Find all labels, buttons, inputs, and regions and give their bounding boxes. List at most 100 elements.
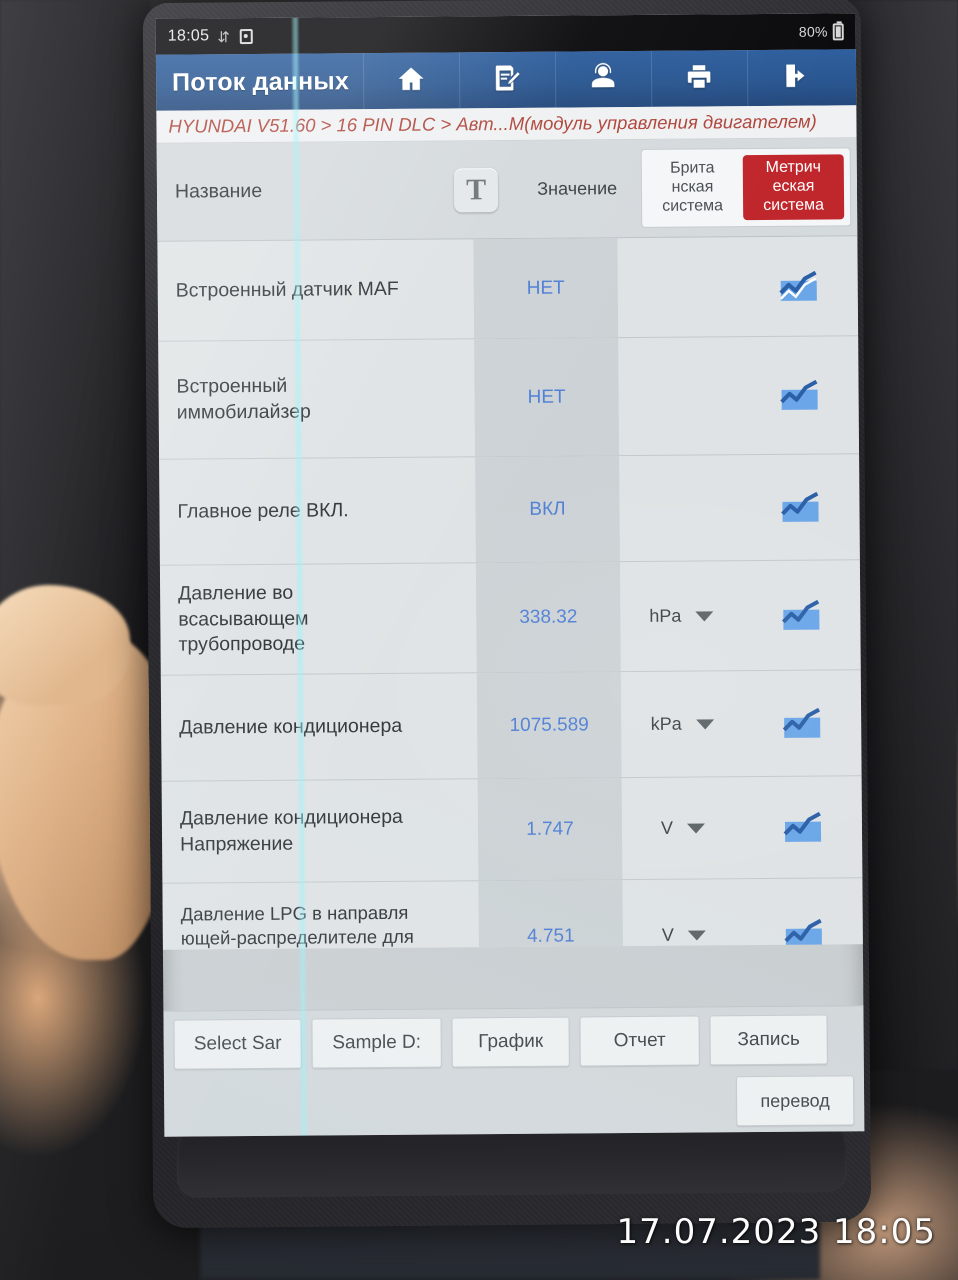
row-value-cell: 1.747 [477, 778, 623, 881]
row-value-label: НЕТ [526, 277, 565, 299]
row-value-cell: НЕТ [474, 338, 620, 457]
translate-button[interactable]: перевод [735, 1075, 855, 1127]
table-row[interactable]: Давление кондиционера Напряжение 1.747 V [161, 776, 863, 884]
row-value-label: НЕТ [527, 386, 566, 408]
row-chart-button[interactable] [743, 670, 862, 776]
report-button[interactable]: Отчет [579, 1015, 700, 1067]
row-value-label: 4.751 [526, 925, 575, 947]
row-name-label: Давление во всасывающем трубопроводе [178, 580, 309, 658]
row-name-label: Давление кондиционера [179, 714, 403, 739]
table-row[interactable]: Давление во всасывающем трубопроводе 338… [159, 560, 861, 676]
row-unit-label: hPa [649, 605, 682, 626]
row-name-cell: Встроенный иммобилайзер [158, 339, 475, 458]
hand-finger [0, 585, 130, 705]
row-name-line1: Встроенный [176, 374, 288, 398]
graph-button[interactable]: График [451, 1016, 570, 1068]
row-chart-button[interactable] [740, 336, 859, 454]
row-name-line1: Давление LPG в направля [180, 901, 409, 925]
status-bar-clock: 18:05 [167, 27, 210, 45]
imperial-label-line3: система [662, 197, 724, 215]
table-row[interactable]: Давление кондиционера 1075.589 kPa [160, 670, 862, 782]
android-status-bar: 18:05 80% [155, 13, 856, 55]
row-unit-cell [617, 237, 740, 337]
table-row[interactable]: Встроенный датчик MAF НЕТ [157, 236, 859, 342]
edit-note-button[interactable] [458, 51, 556, 109]
row-name-label: Встроенный иммобилайзер [176, 373, 311, 426]
camera-date-stamp: 17.07.2023 18:05 [616, 1212, 936, 1252]
row-value-cell: 1075.589 [476, 672, 622, 779]
row-unit-cell[interactable]: V [622, 879, 745, 950]
chevron-down-icon[interactable] [695, 718, 714, 730]
chart-icon [780, 379, 818, 410]
chart-icon [781, 599, 820, 630]
background-pillar-left [0, 0, 150, 660]
metric-label-line3: система [763, 196, 825, 214]
text-mode-button[interactable]: T [439, 141, 514, 239]
table-row[interactable]: Главное реле ВКЛ. ВКЛ [159, 454, 860, 566]
row-name-line2: иммобилайзер [176, 400, 311, 424]
page-title: Поток данных [172, 66, 350, 97]
exit-button[interactable] [746, 49, 844, 107]
datastream-table: Название T Значение Брита нская система [156, 138, 863, 950]
record-button[interactable]: Запись [709, 1014, 828, 1066]
print-button[interactable] [650, 50, 748, 107]
row-value-cell: НЕТ [473, 238, 619, 339]
row-name-cell: Главное реле ВКЛ. [159, 457, 476, 564]
row-unit-label: V [660, 817, 674, 838]
breadcrumb[interactable]: HYUNDAI V51.60 > 16 PIN DLC > Авт...М(мо… [156, 105, 857, 144]
imperial-system-option[interactable]: Брита нская система [642, 149, 744, 226]
home-icon [396, 63, 426, 98]
chart-icon [779, 270, 817, 301]
row-name-line1: Давление во [178, 581, 294, 605]
home-button[interactable] [362, 52, 460, 110]
row-name-line2: Напряжение [180, 832, 294, 856]
row-chart-button[interactable] [744, 878, 863, 949]
table-header-row: Название T Значение Брита нская система [156, 138, 858, 242]
row-unit-cell[interactable]: hPa [620, 561, 743, 671]
device-screen: 18:05 80% Поток данных [155, 13, 865, 1137]
row-value-cell: 338.32 [475, 562, 621, 673]
edit-note-icon [492, 62, 522, 97]
support-button[interactable] [554, 50, 652, 108]
chevron-down-icon[interactable] [695, 610, 714, 622]
row-name-label: Давление LPG в направля ющей-распределит… [181, 901, 415, 950]
row-name-line2: всасывающем [178, 607, 309, 631]
row-name-label: Давление кондиционера Напряжение [180, 805, 403, 858]
row-unit-cell[interactable]: V [622, 777, 745, 879]
row-value-label: ВКЛ [529, 498, 566, 520]
row-name-label: Встроенный датчик MAF [175, 277, 399, 302]
row-name-cell: Давление кондиционера [161, 673, 478, 780]
sd-card-icon [239, 28, 253, 44]
row-unit-label: V [661, 924, 674, 945]
text-icon: T [454, 167, 499, 212]
row-unit-cell[interactable]: kPa [621, 671, 744, 777]
exit-icon [780, 60, 810, 95]
units-toggle[interactable]: Брита нская система Метрич еская система [640, 147, 852, 228]
row-name-cell: Давление кондиционера Напряжение [162, 779, 479, 882]
table-row[interactable]: Давление LPG в направля ющей-распределит… [162, 878, 863, 950]
row-name-line3: трубопроводе [178, 632, 306, 656]
sample-data-button[interactable]: Sample D: [311, 1017, 442, 1069]
row-value-label: 1075.589 [509, 713, 589, 736]
row-name-label: Главное реле ВКЛ. [177, 498, 349, 523]
select-sample-button[interactable]: Select Sar [173, 1018, 302, 1070]
row-chart-button[interactable] [742, 560, 861, 670]
metric-label-line1: Метрич [765, 158, 822, 177]
app-toolbar: Поток данных [155, 49, 857, 111]
row-chart-button[interactable] [741, 454, 860, 560]
column-header-value: Значение [513, 139, 642, 238]
column-header-name-label: Название [174, 179, 263, 203]
chevron-down-icon[interactable] [687, 929, 706, 941]
imperial-label-line2: нская [671, 178, 714, 196]
row-value-cell: 4.751 [478, 880, 624, 950]
column-header-name: Название [157, 142, 440, 241]
table-row[interactable]: Встроенный иммобилайзер НЕТ [158, 336, 860, 460]
row-chart-button[interactable] [739, 236, 858, 336]
print-icon [684, 61, 714, 96]
row-value-cell: ВКЛ [475, 456, 620, 563]
chart-icon [782, 707, 821, 738]
row-chart-button[interactable] [744, 776, 863, 878]
chevron-down-icon[interactable] [686, 822, 706, 834]
row-name-line2: ющей-распределителе для [180, 926, 414, 949]
metric-system-option[interactable]: Метрич еская система [742, 154, 845, 220]
